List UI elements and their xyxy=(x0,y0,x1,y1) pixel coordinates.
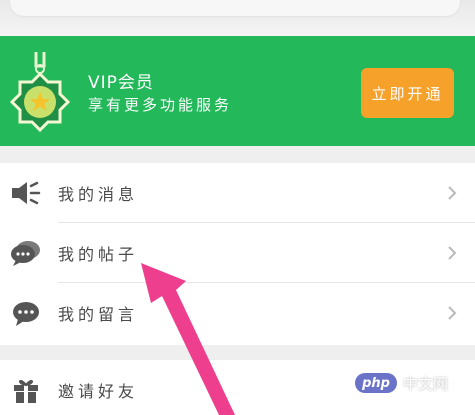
chevron-right-icon xyxy=(448,186,457,200)
menu-item-label: 我的消息 xyxy=(58,185,139,204)
menu-group-account: 我的消息 我的帖子 我的留言 xyxy=(0,163,475,345)
watermark: php 中文网 xyxy=(355,372,448,394)
speaker-icon xyxy=(12,181,41,205)
menu-item-label: 我的帖子 xyxy=(58,245,139,264)
watermark-text: 中文网 xyxy=(403,374,449,393)
menu-item-comments[interactable]: 我的留言 xyxy=(0,283,475,343)
activate-now-button[interactable]: 立即开通 xyxy=(361,68,454,118)
vip-medal-icon xyxy=(10,52,70,133)
chat-bubbles-icon xyxy=(11,241,40,266)
menu-item-posts[interactable]: 我的帖子 xyxy=(0,223,475,283)
comment-icon xyxy=(13,302,39,326)
top-bar xyxy=(0,0,475,36)
menu-item-label: 邀请好友 xyxy=(58,382,139,401)
vip-title: VIP会员 xyxy=(88,73,154,93)
chevron-right-icon xyxy=(448,246,457,260)
menu-item-messages[interactable]: 我的消息 xyxy=(0,163,475,223)
chevron-right-icon xyxy=(448,306,457,320)
vip-banner[interactable]: VIP会员 享有更多功能服务 立即开通 xyxy=(0,36,475,146)
menu-item-label: 我的留言 xyxy=(58,305,139,324)
gift-icon xyxy=(14,379,38,403)
php-logo: php xyxy=(355,373,397,393)
search-bar-edge[interactable] xyxy=(10,0,460,16)
vip-subtitle: 享有更多功能服务 xyxy=(88,96,233,114)
